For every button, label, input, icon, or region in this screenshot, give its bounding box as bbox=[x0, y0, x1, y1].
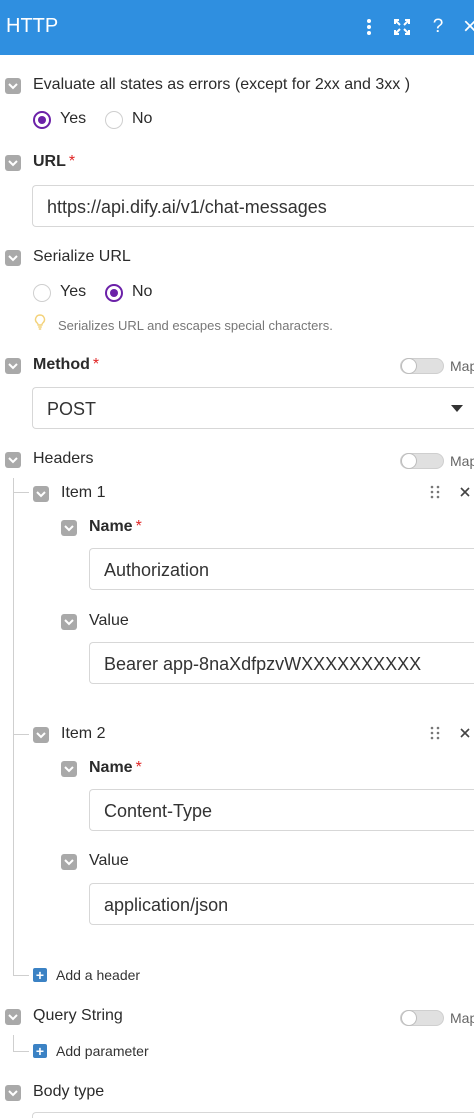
headers-tree-line bbox=[13, 478, 14, 975]
headers-map-toggle[interactable] bbox=[400, 453, 444, 469]
item-2-value-value: application/json bbox=[104, 895, 229, 915]
serialize-hint: Serializes URL and escapes special chara… bbox=[58, 318, 333, 333]
add-header-button[interactable]: Add a header bbox=[56, 967, 140, 983]
fullscreen-icon[interactable] bbox=[390, 14, 414, 40]
collapse-checkbox-method[interactable] bbox=[5, 358, 21, 374]
collapse-checkbox-url[interactable] bbox=[5, 155, 21, 171]
url-value: https://api.dify.ai/v1/chat-messages bbox=[47, 197, 327, 217]
method-label: Method * bbox=[33, 356, 100, 373]
lightbulb-icon bbox=[34, 314, 46, 335]
evaluate-yes-radio[interactable] bbox=[33, 111, 51, 129]
item-1-value-value: Bearer app-8naXdfpzvWXXXXXXXXXX bbox=[104, 654, 422, 674]
headers-label: Headers bbox=[33, 450, 94, 467]
collapse-checkbox-item-2-value[interactable] bbox=[61, 854, 77, 870]
query-map-label: Map bbox=[450, 1010, 474, 1026]
serialize-no-label: No bbox=[132, 283, 153, 300]
add-header-plus-icon[interactable]: + bbox=[33, 968, 47, 982]
url-input[interactable]: https://api.dify.ai/v1/chat-messages bbox=[32, 185, 474, 227]
tree-branch bbox=[13, 734, 29, 735]
item-2-value-input[interactable]: application/json bbox=[89, 883, 474, 925]
item-2-name-input[interactable]: Content-Type bbox=[89, 789, 474, 831]
collapse-checkbox-headers[interactable] bbox=[5, 452, 21, 468]
item-1-name-value: Authorization bbox=[104, 560, 210, 580]
chevron-down-icon bbox=[451, 405, 463, 412]
query-tree-line bbox=[13, 1035, 14, 1051]
required-mark: * bbox=[92, 356, 100, 373]
item-2-name-value: Content-Type bbox=[104, 801, 213, 821]
evaluate-no-radio[interactable] bbox=[105, 111, 123, 129]
item-1-name-input[interactable]: Authorization bbox=[89, 548, 474, 590]
collapse-checkbox-item-1[interactable] bbox=[33, 486, 49, 502]
remove-item-1-icon[interactable] bbox=[459, 485, 471, 503]
method-value: POST bbox=[47, 399, 97, 419]
remove-item-2-icon[interactable] bbox=[459, 726, 471, 744]
serialize-yes-radio[interactable] bbox=[33, 284, 51, 302]
method-select[interactable]: POST bbox=[32, 387, 474, 429]
collapse-checkbox-serialize[interactable] bbox=[5, 250, 21, 266]
item-2-title: Item 2 bbox=[61, 725, 106, 742]
item-1-title: Item 1 bbox=[61, 484, 106, 501]
evaluate-no-label: No bbox=[132, 110, 153, 127]
drag-handle-icon[interactable] bbox=[430, 485, 440, 502]
collapse-checkbox-item-1-name[interactable] bbox=[61, 520, 77, 536]
collapse-checkbox-item-2-name[interactable] bbox=[61, 761, 77, 777]
required-mark: * bbox=[135, 518, 142, 535]
drag-handle-icon[interactable] bbox=[430, 726, 440, 743]
item-2-value-label: Value bbox=[89, 852, 129, 869]
more-vertical-icon[interactable] bbox=[357, 14, 381, 40]
serialize-yes-label: Yes bbox=[60, 283, 87, 300]
required-mark: * bbox=[135, 759, 142, 776]
method-map-toggle[interactable] bbox=[400, 358, 444, 374]
item-1-value-input[interactable]: Bearer app-8naXdfpzvWXXXXXXXXXX bbox=[89, 642, 474, 684]
evaluate-errors-label: Evaluate all states as errors (except fo… bbox=[33, 76, 411, 93]
item-2-name-label: Name * bbox=[89, 759, 142, 776]
tree-branch bbox=[13, 1051, 29, 1052]
close-icon[interactable]: × bbox=[458, 14, 474, 40]
url-label: URL * bbox=[33, 153, 76, 170]
collapse-checkbox-item-2[interactable] bbox=[33, 727, 49, 743]
add-parameter-button[interactable]: Add parameter bbox=[56, 1043, 149, 1059]
body-type-select[interactable] bbox=[32, 1112, 474, 1118]
collapse-checkbox-item-1-value[interactable] bbox=[61, 614, 77, 630]
collapse-checkbox-query[interactable] bbox=[5, 1009, 21, 1025]
body-type-label: Body type bbox=[33, 1083, 105, 1100]
tree-branch bbox=[13, 492, 29, 493]
tree-branch bbox=[13, 975, 29, 976]
required-mark: * bbox=[68, 153, 76, 170]
query-map-toggle[interactable] bbox=[400, 1010, 444, 1026]
collapse-checkbox-body-type[interactable] bbox=[5, 1085, 21, 1101]
evaluate-yes-label: Yes bbox=[60, 110, 87, 127]
add-parameter-plus-icon[interactable]: + bbox=[33, 1044, 47, 1058]
headers-map-label: Map bbox=[450, 453, 474, 469]
help-icon[interactable]: ? bbox=[426, 14, 450, 40]
module-title: HTTP bbox=[6, 15, 59, 37]
serialize-url-label: Serialize URL bbox=[33, 248, 131, 265]
query-string-label: Query String bbox=[33, 1007, 123, 1024]
item-1-name-label: Name * bbox=[89, 518, 142, 535]
serialize-no-radio[interactable] bbox=[105, 284, 123, 302]
method-map-label: Map bbox=[450, 358, 474, 374]
item-1-value-label: Value bbox=[89, 612, 129, 629]
module-header: HTTP ? × bbox=[0, 0, 474, 55]
collapse-checkbox-evaluate[interactable] bbox=[5, 78, 21, 94]
